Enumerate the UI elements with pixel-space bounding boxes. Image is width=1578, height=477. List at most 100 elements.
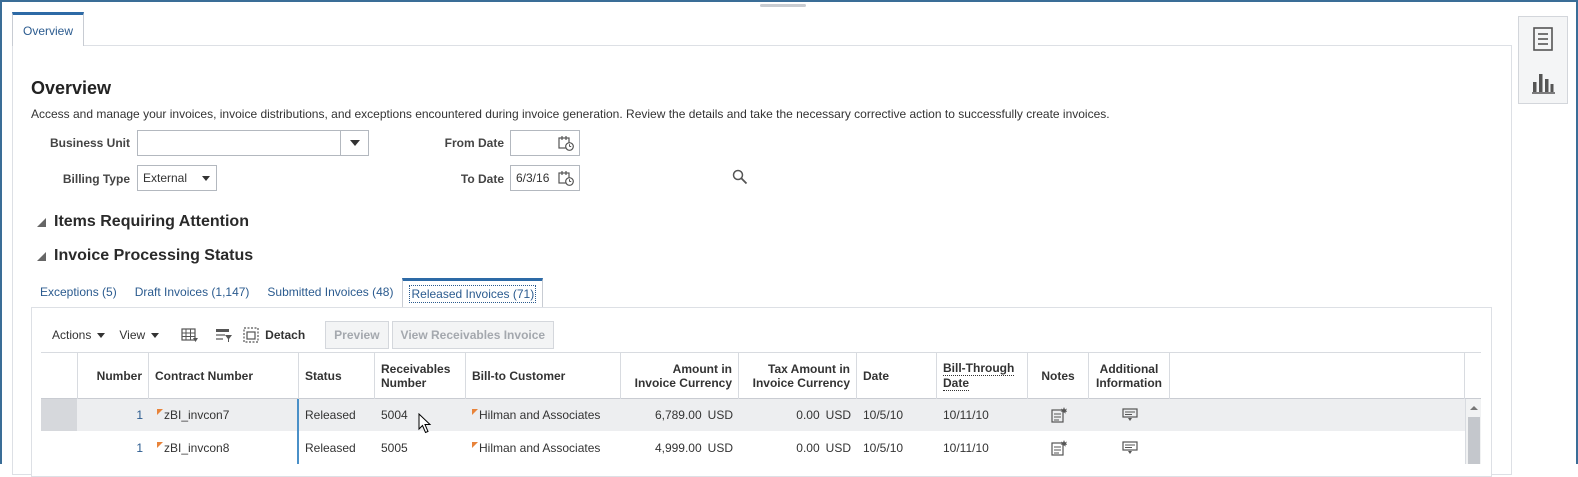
preview-label: Preview [334,328,380,342]
detach-label: Detach [265,328,306,342]
business-unit-label: Business Unit [49,136,130,150]
column-notes[interactable]: Notes [1028,353,1089,399]
tab-submitted-invoices[interactable]: Submitted Invoices (48) [258,285,402,307]
dropdown-caret-icon [151,332,160,338]
row-bill-to-customer[interactable]: Hilman and Associates [466,432,621,464]
vertical-scrollbar[interactable] [1465,399,1481,464]
view-menu-label: View [119,328,146,342]
row-tax-amount: 0.00 USD [739,399,857,431]
from-date-input[interactable] [510,130,580,156]
add-note-icon[interactable] [1050,440,1067,456]
column-bill-through-date[interactable]: Bill-Through Date [937,353,1028,399]
table-row[interactable]: 1 zBI_invcon7 Released 5004 Hilman and A… [41,399,1465,431]
freeze-button[interactable] [181,327,199,343]
tasks-panel-button[interactable] [1520,18,1566,60]
column-number[interactable]: Number [78,353,149,399]
flag-icon [472,442,478,448]
scroll-up-icon[interactable] [1467,403,1481,413]
row-additional-information [1089,399,1170,431]
dropdown-caret-icon [97,332,106,338]
table-toolbar: Actions View Detach Preview View Receiva… [52,321,557,349]
row-amount-value: 6,789.00 [654,408,702,422]
row-bill-to-customer[interactable]: Hilman and Associates [466,399,621,431]
column-amount[interactable]: Amount in Invoice Currency [621,353,739,399]
view-receivables-invoice-label: View Receivables Invoice [400,328,546,342]
scrollbar-thumb[interactable] [1468,417,1480,464]
column-bill-through-label-1: Bill-Through [943,361,1015,376]
disclosure-triangle-icon [37,217,46,227]
column-customer-label: Bill-to Customer [472,369,566,383]
calendar-icon[interactable] [558,135,574,151]
panel-splitter-grip[interactable] [760,4,806,7]
column-date[interactable]: Date [857,353,937,399]
invoice-processing-status-title: Invoice Processing Status [54,247,254,264]
column-filler [1170,353,1465,399]
tab-overview-label: Overview [22,23,73,38]
column-addl-label-1: Additional [1099,362,1159,376]
page-description: Access and manage your invoices, invoice… [31,107,1110,121]
column-status[interactable]: Status [299,353,375,399]
column-date-label: Date [863,369,890,383]
column-bill-to-customer[interactable]: Bill-to Customer [466,353,621,399]
row-date: 10/5/10 [863,408,904,422]
invoice-status-tabs: Exceptions (5) Draft Invoices (1,147) Su… [31,276,544,308]
items-requiring-attention-title: Items Requiring Attention [54,213,249,230]
tab-released-invoices[interactable]: Released Invoices (71) [402,278,544,308]
column-contract-label: Contract Number [155,369,254,383]
row-customer-text: Hilman and Associates [479,408,601,422]
view-receivables-invoice-button[interactable]: View Receivables Invoice [391,321,555,349]
tab-exceptions[interactable]: Exceptions (5) [31,285,126,307]
search-icon[interactable] [732,169,748,185]
dropdown-caret-icon [349,140,360,146]
column-tax-label-2: Invoice Currency [752,376,850,390]
actions-menu[interactable]: Actions [52,328,106,342]
row-tax-value: 0.00 [796,408,820,422]
column-receivables-number[interactable]: Receivables Number [375,353,466,399]
tab-draft-invoices-label: Draft Invoices (1,147) [134,285,250,299]
items-requiring-attention-header[interactable]: Items Requiring Attention [37,213,249,231]
row-contract-text: zBI_invcon7 [164,408,230,422]
window-frame-top [0,0,1578,2]
row-header[interactable] [41,399,77,431]
column-number-label: Number [96,369,142,383]
row-amount-currency: USD [707,408,733,422]
column-tax-amount[interactable]: Tax Amount in Invoice Currency [739,353,857,399]
tab-draft-invoices[interactable]: Draft Invoices (1,147) [126,285,259,307]
page-title: Overview [31,78,112,98]
actions-menu-label: Actions [52,328,92,342]
add-note-icon[interactable] [1050,407,1067,423]
additional-info-icon[interactable] [1121,441,1138,455]
column-contract-number[interactable]: Contract Number [149,353,299,399]
billing-type-label: Billing Type [62,172,130,186]
additional-info-icon[interactable] [1121,408,1138,422]
query-by-example-button[interactable] [215,327,233,343]
flag-icon [157,409,163,415]
row-tax-currency: USD [825,441,851,455]
tab-overview[interactable]: Overview [12,12,84,46]
billing-type-select[interactable]: External [137,165,217,191]
preview-button[interactable]: Preview [325,321,389,349]
invoice-processing-status-header[interactable]: Invoice Processing Status [37,247,253,265]
to-date-input[interactable]: 6/3/16 [510,165,580,191]
column-tax-label-1: Tax Amount in [768,362,850,376]
row-contract-number[interactable]: zBI_invcon8 [149,432,299,464]
frozen-column-divider[interactable] [297,399,299,464]
flag-icon [157,442,163,448]
row-date: 10/5/10 [863,441,904,455]
row-amount-currency: USD [707,441,733,455]
row-notes [1028,399,1089,431]
business-unit-dropdown-button[interactable] [340,131,368,155]
column-amount-label-1: Amount in [672,362,732,376]
row-status: Released [305,408,356,422]
analytics-panel-button[interactable] [1520,61,1566,103]
view-menu[interactable]: View [119,328,160,342]
column-additional-information[interactable]: Additional Information [1089,353,1170,399]
row-bill-through-date: 10/11/10 [943,408,989,422]
detach-icon [243,327,259,343]
table-row[interactable]: 1 zBI_invcon8 Released 5005 Hilman and A… [41,432,1465,464]
row-contract-number[interactable]: zBI_invcon7 [149,399,299,431]
detach-button[interactable]: Detach [243,327,305,343]
calendar-icon[interactable] [558,170,574,186]
row-amount: 6,789.00 USD [621,399,739,431]
business-unit-select[interactable] [137,130,369,156]
